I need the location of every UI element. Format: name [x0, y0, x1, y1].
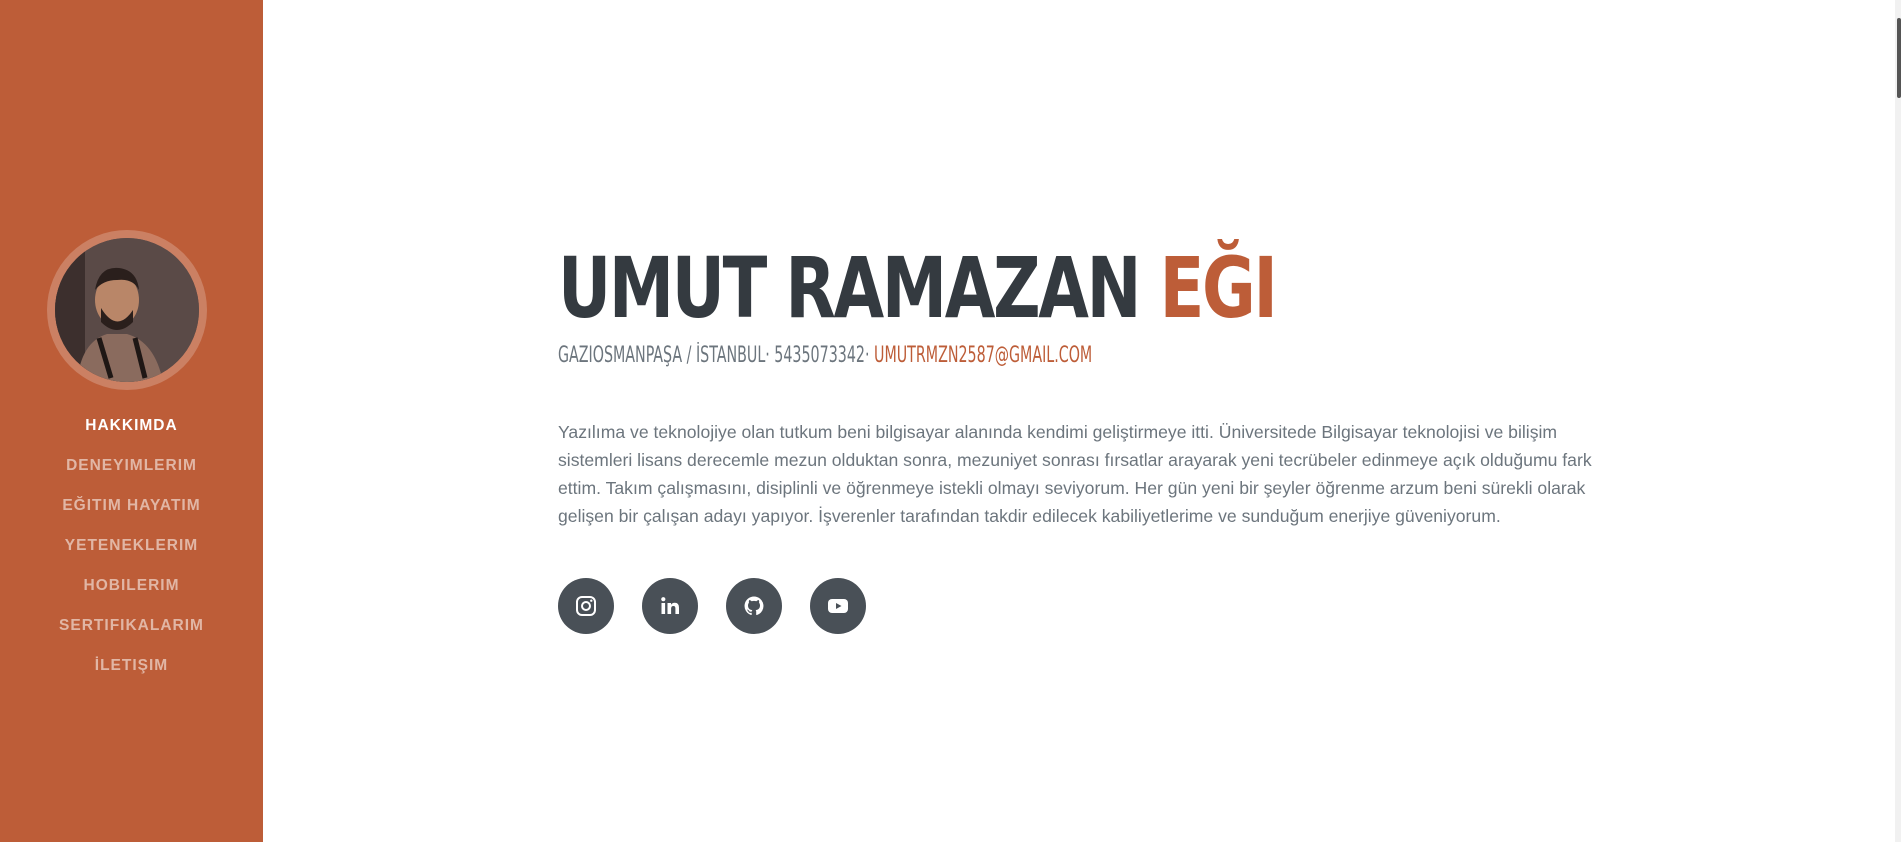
nav-item-hakkimda[interactable]: HAKKIMDA — [0, 410, 263, 450]
youtube-button[interactable] — [810, 578, 866, 634]
linkedin-icon — [661, 597, 679, 614]
avatar[interactable] — [47, 230, 207, 390]
avatar-person-image — [55, 238, 199, 382]
nav-item-egitim-hayatim[interactable]: EĞITIM HAYATIM — [0, 490, 263, 530]
nav-item-hobilerim[interactable]: HOBILERIM — [0, 570, 263, 610]
social-icons — [558, 578, 1618, 634]
nav-item-iletisim[interactable]: İLETIŞIM — [0, 650, 263, 690]
github-button[interactable] — [726, 578, 782, 634]
nav-item-yeteneklerim[interactable]: YETENEKLERIM — [0, 530, 263, 570]
name-first: UMUT RAMAZAN — [558, 239, 1141, 337]
name-last: EĞI — [1159, 239, 1278, 337]
scrollbar[interactable] — [1895, 0, 1901, 842]
bio-paragraph: Yazılıma ve teknolojiye olan tutkum beni… — [558, 422, 1592, 526]
instagram-icon — [576, 596, 596, 616]
scrollbar-thumb[interactable] — [1897, 18, 1901, 98]
nav-item-sertifikalarim[interactable]: SERTIFIKALARIM — [0, 610, 263, 650]
github-icon — [744, 596, 764, 616]
email-link[interactable]: UMUTRMZN2587@GMAIL.COM — [874, 343, 1092, 368]
nav-item-deneyimlerim[interactable]: DENEYIMLERIM — [0, 450, 263, 490]
sidebar: HAKKIMDA DENEYIMLERIM EĞITIM HAYATIM YET… — [0, 0, 263, 842]
contact-subheading: GAZIOSMANPAŞA / İSTANBUL· 5435073342· UM… — [558, 342, 1321, 370]
sidebar-nav: HAKKIMDA DENEYIMLERIM EĞITIM HAYATIM YET… — [0, 410, 263, 690]
linkedin-button[interactable] — [642, 578, 698, 634]
avatar-photo — [55, 238, 199, 382]
youtube-icon — [828, 599, 848, 613]
location-phone: GAZIOSMANPAŞA / İSTANBUL· 5435073342· — [558, 343, 870, 368]
about-section: UMUT RAMAZAN EĞI GAZIOSMANPAŞA / İSTANBU… — [558, 240, 1618, 634]
instagram-button[interactable] — [558, 578, 614, 634]
page-title: UMUT RAMAZAN EĞI — [558, 240, 1385, 336]
